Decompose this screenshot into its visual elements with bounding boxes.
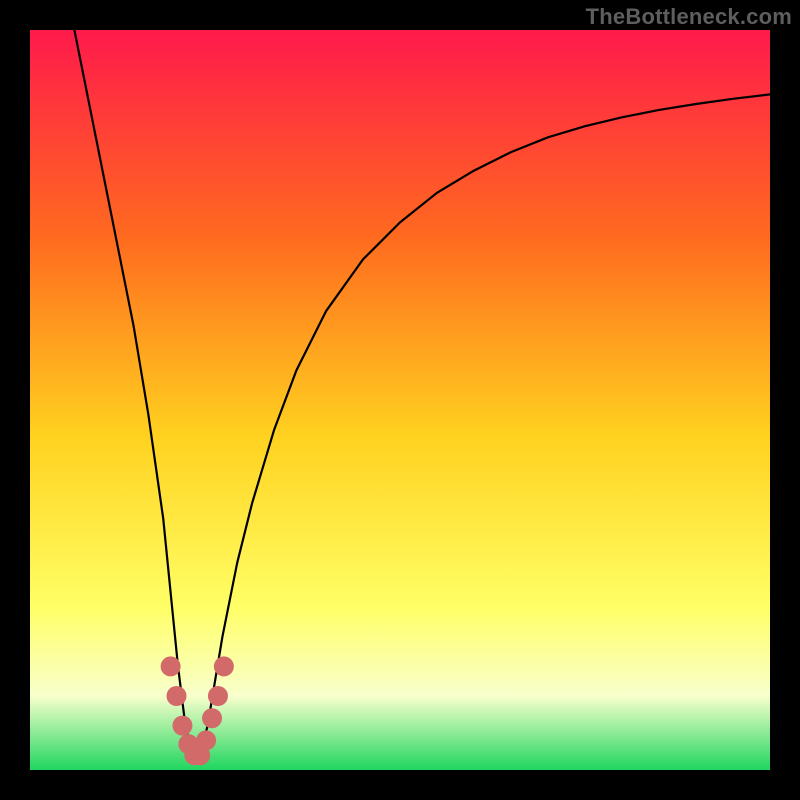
highlight-marker [161,656,181,676]
highlight-marker [167,686,187,706]
highlight-marker [214,656,234,676]
highlight-marker [172,716,192,736]
outer-frame: TheBottleneck.com [0,0,800,800]
bottleneck-chart [30,30,770,770]
watermark-text: TheBottleneck.com [586,4,792,30]
highlight-marker [196,730,216,750]
gradient-background [30,30,770,770]
highlight-marker [202,708,222,728]
highlight-marker [208,686,228,706]
plot-area [30,30,770,770]
